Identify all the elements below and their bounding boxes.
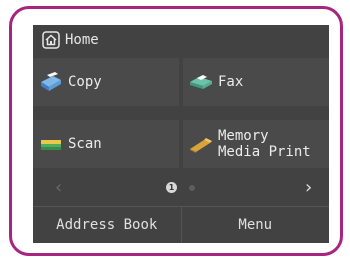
screen-header: Home [33, 25, 329, 55]
page-indicator: ‹ 1 › [33, 173, 329, 203]
next-page-arrow-icon[interactable]: › [305, 177, 312, 198]
copy-button[interactable]: Copy [33, 58, 179, 106]
menu-button[interactable]: Menu [182, 207, 330, 243]
previous-page-arrow-icon[interactable]: ‹ [55, 177, 62, 198]
address-book-label: Address Book [56, 217, 158, 233]
scan-icon [41, 140, 61, 150]
copy-label: Copy [68, 74, 102, 90]
fax-label: Fax [218, 74, 244, 90]
memory-media-print-button[interactable]: Memory Media Print [183, 120, 329, 168]
scan-button[interactable]: Scan [33, 120, 179, 168]
header-title: Home [65, 32, 99, 48]
address-book-button[interactable]: Address Book [33, 207, 181, 243]
printer-touch-screen: Home Copy Fax Scan Memory Media Print ‹ … [33, 25, 329, 243]
copy-icon [41, 72, 61, 91]
next-page-dot [189, 185, 195, 191]
memory-media-icon [190, 138, 212, 153]
current-page-dot: 1 [166, 182, 177, 193]
memory-media-print-label: Memory Media Print [218, 128, 311, 160]
home-icon [42, 31, 60, 49]
scan-label: Scan [68, 136, 102, 152]
bottom-bar: Address Book Menu [33, 206, 329, 243]
menu-label: Menu [238, 217, 273, 233]
fax-button[interactable]: Fax [183, 58, 329, 106]
fax-icon [190, 75, 212, 89]
